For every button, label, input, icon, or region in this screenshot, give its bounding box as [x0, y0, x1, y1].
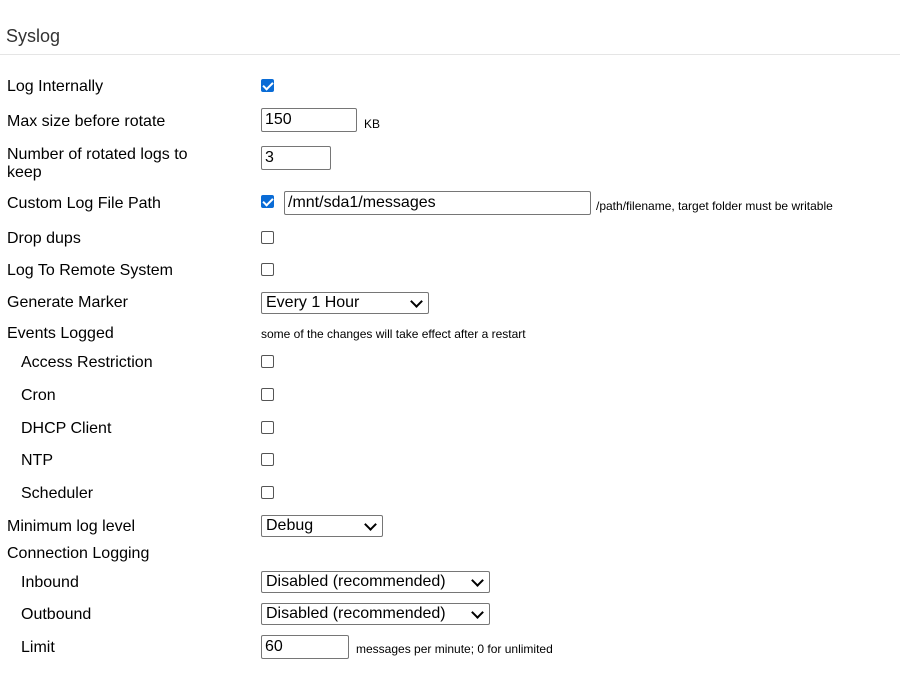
max-size-label: Max size before rotate — [7, 113, 166, 130]
dhcp-client-checkbox[interactable] — [261, 421, 274, 434]
generate-marker-select[interactable]: Every 1 Hour — [261, 292, 429, 314]
drop-dups-checkbox[interactable] — [261, 231, 274, 244]
events-logged-label: Events Logged — [7, 325, 114, 342]
cron-checkbox[interactable] — [261, 388, 274, 401]
max-size-unit: KB — [364, 117, 381, 131]
limit-hint: messages per minute; 0 for unlimited — [356, 642, 553, 656]
generate-marker-label: Generate Marker — [7, 294, 128, 311]
limit-input[interactable] — [261, 635, 349, 659]
section-divider — [0, 54, 900, 55]
remote-system-label: Log To Remote System — [7, 262, 174, 279]
access-restriction-checkbox[interactable] — [261, 355, 274, 368]
outbound-select[interactable]: Disabled (recommended) — [261, 603, 490, 625]
log-internally-checkbox[interactable] — [261, 79, 274, 92]
outbound-label: Outbound — [21, 606, 92, 623]
max-size-input[interactable] — [261, 108, 357, 132]
min-level-value: Debug — [266, 517, 314, 534]
custom-path-hint: /path/filename, target folder must be wr… — [596, 199, 833, 213]
custom-path-label: Custom Log File Path — [7, 195, 161, 212]
chevron-down-icon — [471, 605, 484, 619]
dhcp-client-label: DHCP Client — [21, 420, 112, 437]
rotated-logs-input[interactable] — [261, 146, 331, 170]
ntp-checkbox[interactable] — [261, 453, 274, 466]
log-internally-label: Log Internally — [7, 78, 104, 95]
custom-path-input[interactable] — [284, 191, 591, 215]
inbound-label: Inbound — [21, 574, 79, 591]
chevron-down-icon — [364, 517, 377, 531]
ntp-label: NTP — [21, 452, 53, 469]
generate-marker-value: Every 1 Hour — [266, 294, 360, 311]
scheduler-checkbox[interactable] — [261, 486, 274, 499]
chevron-down-icon — [471, 573, 484, 587]
inbound-value: Disabled (recommended) — [266, 573, 446, 590]
limit-label: Limit — [21, 639, 55, 656]
section-title: Syslog — [6, 26, 61, 46]
drop-dups-label: Drop dups — [7, 230, 81, 247]
min-level-select[interactable]: Debug — [261, 515, 383, 537]
scheduler-label: Scheduler — [21, 485, 94, 502]
connection-logging-label: Connection Logging — [7, 545, 150, 562]
inbound-select[interactable]: Disabled (recommended) — [261, 571, 490, 593]
chevron-down-icon — [410, 294, 423, 308]
custom-path-checkbox[interactable] — [261, 195, 274, 208]
cron-label: Cron — [21, 387, 56, 404]
outbound-value: Disabled (recommended) — [266, 605, 446, 622]
min-level-label: Minimum log level — [7, 518, 136, 535]
rotated-logs-label: Number of rotated logs to keep — [7, 146, 188, 181]
access-restriction-label: Access Restriction — [21, 354, 153, 371]
remote-system-checkbox[interactable] — [261, 263, 274, 276]
events-logged-note: some of the changes will take effect aft… — [261, 327, 526, 341]
